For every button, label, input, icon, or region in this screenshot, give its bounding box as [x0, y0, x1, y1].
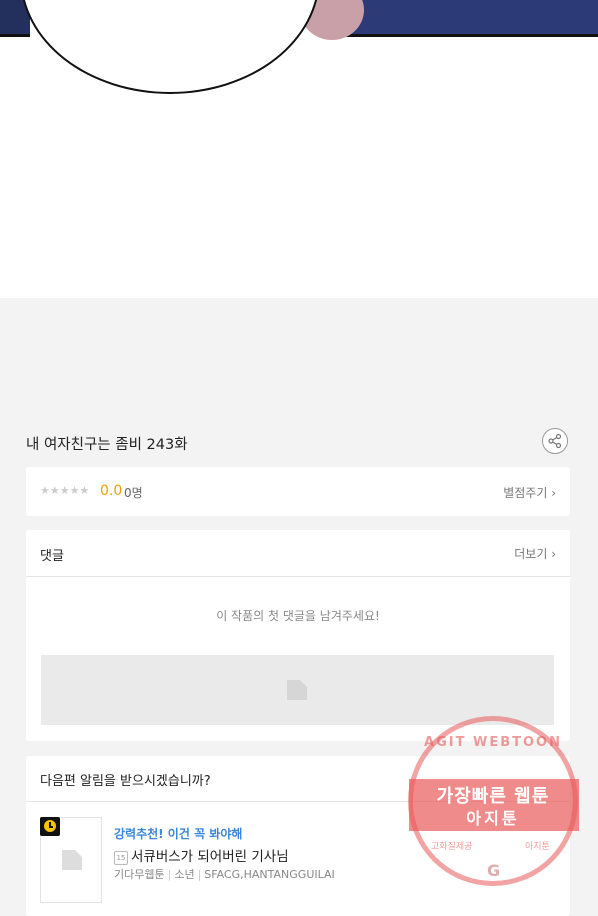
- watermark-stamp: AGIT WEBTOON 가장빠른 웹툰 아지툰 고화질제공 아지툰 G: [408, 716, 579, 886]
- rating-count: 0명: [124, 486, 143, 500]
- comments-label: 댓글: [40, 549, 64, 564]
- image-placeholder-icon: [62, 850, 82, 870]
- star-rating-icon: ★★★★★: [40, 484, 90, 497]
- comic-art: [330, 0, 598, 37]
- age-rating-badge: 15: [114, 851, 128, 865]
- promo-text[interactable]: 강력추천! 이건 꼭 봐야해: [114, 825, 242, 842]
- comments-card: 댓글 더보기 › 이 작품의 첫 댓글을 남겨주세요!: [26, 530, 570, 741]
- watermark-arc-text: AGIT WEBTOON: [424, 735, 562, 750]
- more-comments-link[interactable]: 더보기 ›: [514, 545, 556, 562]
- notify-label: 다음편 알림을 받으시겠습니까?: [40, 774, 211, 789]
- watermark-right: 아지툰: [525, 842, 550, 852]
- comments-header: 댓글 더보기 ›: [26, 530, 570, 577]
- clock-icon: [40, 817, 60, 836]
- google-logo-icon: G: [487, 861, 501, 880]
- comic-panel: [0, 0, 598, 298]
- work-title[interactable]: 15 서큐버스가 되어버린 기사님: [114, 845, 289, 865]
- episode-header: 내 여자친구는 좀비 243화: [26, 428, 570, 458]
- meta-genre: 소년: [174, 868, 195, 881]
- speech-bubble: [20, 0, 320, 94]
- rate-button[interactable]: 별점주기 ›: [503, 484, 556, 501]
- episode-title: 내 여자친구는 좀비 243화: [26, 437, 188, 453]
- rating-score: 0.0: [100, 483, 123, 499]
- meta-category: 기다무웹툰: [114, 868, 165, 881]
- share-icon: [548, 433, 562, 449]
- watermark-line2: 아지툰: [466, 809, 520, 828]
- image-placeholder-icon: [287, 680, 307, 700]
- ad-banner[interactable]: [41, 655, 554, 725]
- meta-author: SFACG,HANTANGGUILAI: [204, 868, 335, 881]
- watermark-left: 고화질제공: [431, 842, 473, 852]
- work-meta: 기다무웹툰 | 소년 | SFACG,HANTANGGUILAI: [114, 868, 335, 881]
- share-button[interactable]: [542, 428, 568, 454]
- rating-card: ★★★★★ 0.0 0명 별점주기 ›: [26, 467, 570, 516]
- empty-comments-message: 이 작품의 첫 댓글을 남겨주세요!: [216, 609, 380, 623]
- work-title-text: 서큐버스가 되어버린 기사님: [131, 849, 289, 865]
